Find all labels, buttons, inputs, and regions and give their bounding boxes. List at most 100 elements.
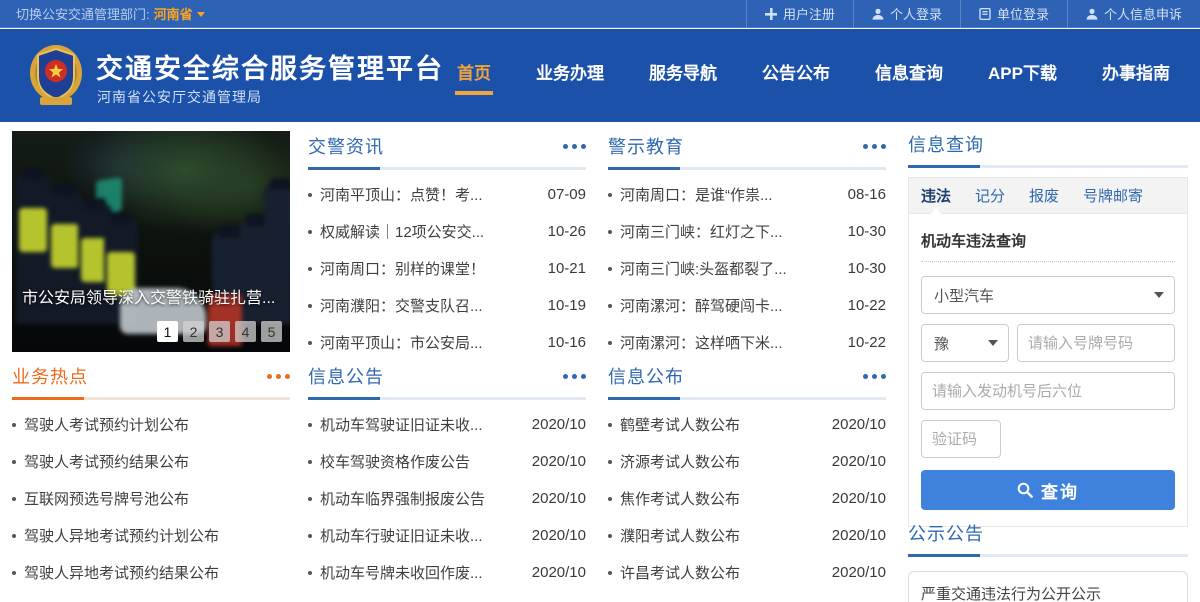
news-link[interactable]: 河南濮阳：交警支队召... 10-19 bbox=[308, 287, 586, 324]
news-title: 河南周口：是谁“作祟... bbox=[620, 187, 773, 204]
news-link[interactable]: 河南漯河：醉驾硬闯卡... 10-22 bbox=[608, 287, 886, 324]
tab-plate-mailing-label: 号牌邮寄 bbox=[1083, 188, 1144, 205]
carousel-pager: 1 2 3 4 5 bbox=[157, 321, 282, 342]
bullet-icon bbox=[608, 533, 612, 538]
carousel-page-4[interactable]: 4 bbox=[235, 321, 256, 342]
news-link[interactable]: 濮阳考试人数公布 2020/10 bbox=[608, 517, 886, 554]
carousel-page-2[interactable]: 2 bbox=[183, 321, 204, 342]
tab-scrappage[interactable]: 报废 bbox=[1017, 185, 1071, 206]
carousel-page-5[interactable]: 5 bbox=[261, 321, 282, 342]
captcha-input[interactable] bbox=[921, 420, 1001, 458]
nav-business[interactable]: 业务办理 bbox=[536, 59, 604, 84]
bullet-icon bbox=[608, 459, 612, 464]
news-link[interactable]: 驾驶人异地考试预约结果公布 bbox=[12, 554, 290, 591]
news-link[interactable]: 河南平顶山：点赞！考... 07-09 bbox=[308, 176, 586, 213]
news-link[interactable]: 焦作考试人数公布 2020/10 bbox=[608, 480, 886, 517]
news-title: 驾驶人异地考试预约结果公布 bbox=[24, 565, 220, 582]
news-link[interactable]: 河南周口：别样的课堂！ 10-21 bbox=[308, 250, 586, 287]
section-title: 信息查询 bbox=[908, 135, 984, 155]
public-notice-link[interactable]: 严重交通违法行为公开公示 bbox=[908, 571, 1188, 602]
department-switcher[interactable]: 切换公安交通管理部门: 河南省 bbox=[16, 4, 205, 23]
tab-violation[interactable]: 违法 bbox=[909, 185, 963, 216]
news-link[interactable]: 驾驶人考试预约计划公布 bbox=[12, 406, 290, 443]
news-link[interactable]: 机动车驾驶证旧证未收... 2020/10 bbox=[308, 406, 586, 443]
more-icon[interactable] bbox=[563, 370, 586, 383]
news-link[interactable]: 机动车行驶证旧证未收... 2020/10 bbox=[308, 517, 586, 554]
nav-business-label: 业务办理 bbox=[536, 64, 605, 83]
register-label: 用户注册 bbox=[782, 7, 835, 22]
nav-app-download-label: APP下载 bbox=[988, 64, 1057, 83]
carousel-page-1[interactable]: 1 bbox=[157, 321, 178, 342]
personal-login-label: 个人登录 bbox=[889, 7, 942, 22]
news-link[interactable]: 河南漯河：这样哂下米... 10-22 bbox=[608, 324, 886, 361]
plate-prefix-select[interactable]: 豫 bbox=[921, 324, 1009, 362]
plus-icon bbox=[764, 7, 777, 20]
news-date: 2020/10 bbox=[831, 527, 886, 544]
nav-app-download[interactable]: APP下载 bbox=[988, 59, 1057, 84]
news-date: 2020/10 bbox=[531, 564, 586, 581]
section-rule bbox=[12, 397, 290, 400]
section-traffic-news: 交警资讯 河南平顶山：点赞！考... 07-09 权威解读｜12项公安交... 10… bbox=[308, 133, 586, 361]
section-title: 公示公告 bbox=[908, 524, 984, 544]
register-link[interactable]: 用户注册 bbox=[745, 0, 853, 28]
news-link[interactable]: 机动车临界强制报废公告 2020/10 bbox=[308, 480, 586, 517]
tab-points[interactable]: 记分 bbox=[963, 185, 1017, 206]
police-badge-icon bbox=[30, 45, 82, 105]
plate-prefix-value: 豫 bbox=[934, 335, 950, 353]
region-selector[interactable]: 河南省 bbox=[154, 4, 205, 23]
tab-plate-mailing[interactable]: 号牌邮寄 bbox=[1071, 185, 1155, 206]
news-link[interactable]: 权威解读｜12项公安交... 10-26 bbox=[308, 213, 586, 250]
news-link[interactable]: 互联网预选号牌号池公布 bbox=[12, 480, 290, 517]
news-link[interactable]: 机动车号牌未收回作废... 2020/10 bbox=[308, 554, 586, 591]
news-link[interactable]: 河南三门峡：红灯之下... 10-30 bbox=[608, 213, 886, 250]
news-link[interactable]: 许昌考试人数公布 2020/10 bbox=[608, 554, 886, 591]
news-link[interactable]: 河南三门峡:头盔都裂了... 10-30 bbox=[608, 250, 886, 287]
site-subtitle: 河南省公安厅交通管理局 bbox=[97, 89, 262, 105]
personal-login-link[interactable]: 个人登录 bbox=[852, 0, 960, 28]
nav-home[interactable]: 首页 bbox=[455, 59, 494, 95]
news-link[interactable]: 驾驶人异地考试预约计划公布 bbox=[12, 517, 290, 554]
section-rule bbox=[308, 167, 586, 170]
more-icon[interactable] bbox=[863, 140, 886, 153]
bullet-icon bbox=[12, 570, 16, 575]
more-icon[interactable] bbox=[267, 370, 290, 383]
bullet-icon bbox=[608, 192, 612, 197]
nav-announcements[interactable]: 公告公布 bbox=[762, 59, 830, 84]
section-rule bbox=[908, 554, 1188, 557]
dotted-divider bbox=[921, 261, 1175, 262]
carousel-page-3[interactable]: 3 bbox=[209, 321, 230, 342]
news-date: 08-16 bbox=[847, 186, 886, 203]
news-link[interactable]: 河南周口：是谁“作祟... 08-16 bbox=[608, 176, 886, 213]
vehicle-type-select[interactable]: 小型汽车 bbox=[921, 276, 1175, 314]
news-title: 校车驾驶资格作废公告 bbox=[320, 454, 471, 471]
active-tab-notch bbox=[929, 208, 943, 216]
more-icon[interactable] bbox=[863, 370, 886, 383]
news-date: 07-09 bbox=[547, 186, 586, 203]
news-date: 10-26 bbox=[547, 223, 586, 240]
news-link[interactable]: 鹤壁考试人数公布 2020/10 bbox=[608, 406, 886, 443]
news-link[interactable]: 河南平顶山：市公安局... 10-16 bbox=[308, 324, 586, 361]
chevron-down-icon bbox=[988, 340, 998, 346]
appeal-link[interactable]: 个人信息申诉 bbox=[1066, 0, 1200, 28]
nav-info-query[interactable]: 信息查询 bbox=[875, 59, 943, 84]
unit-login-link[interactable]: 单位登录 bbox=[959, 0, 1067, 28]
nav-service-guide[interactable]: 服务导航 bbox=[649, 59, 717, 84]
nav-handbook[interactable]: 办事指南 bbox=[1102, 59, 1170, 84]
engine-number-input[interactable] bbox=[921, 372, 1175, 410]
section-rule bbox=[608, 397, 886, 400]
more-icon[interactable] bbox=[563, 140, 586, 153]
news-carousel[interactable]: 市公安局领导深入交警铁骑驻扎营... 1 2 3 4 5 bbox=[12, 131, 290, 352]
page: 切换公安交通管理部门: 河南省 用户注册 个人登录 单位登录 个人信息申诉 交通… bbox=[0, 0, 1200, 602]
bullet-icon bbox=[308, 229, 312, 234]
plate-number-input[interactable] bbox=[1017, 324, 1175, 362]
bullet-icon bbox=[608, 303, 612, 308]
news-link[interactable]: 校车驾驶资格作废公告 2020/10 bbox=[308, 443, 586, 480]
section-info-announcements: 信息公告 机动车驾驶证旧证未收... 2020/10 校车驾驶资格作废公告 2020… bbox=[308, 363, 586, 591]
section-title: 警示教育 bbox=[608, 137, 684, 157]
query-button[interactable]: 查询 bbox=[921, 470, 1175, 510]
search-icon bbox=[1017, 482, 1033, 498]
bullet-icon bbox=[608, 570, 612, 575]
news-link[interactable]: 驾驶人考试预约结果公布 bbox=[12, 443, 290, 480]
news-title: 机动车驾驶证旧证未收... bbox=[320, 417, 483, 434]
news-link[interactable]: 济源考试人数公布 2020/10 bbox=[608, 443, 886, 480]
